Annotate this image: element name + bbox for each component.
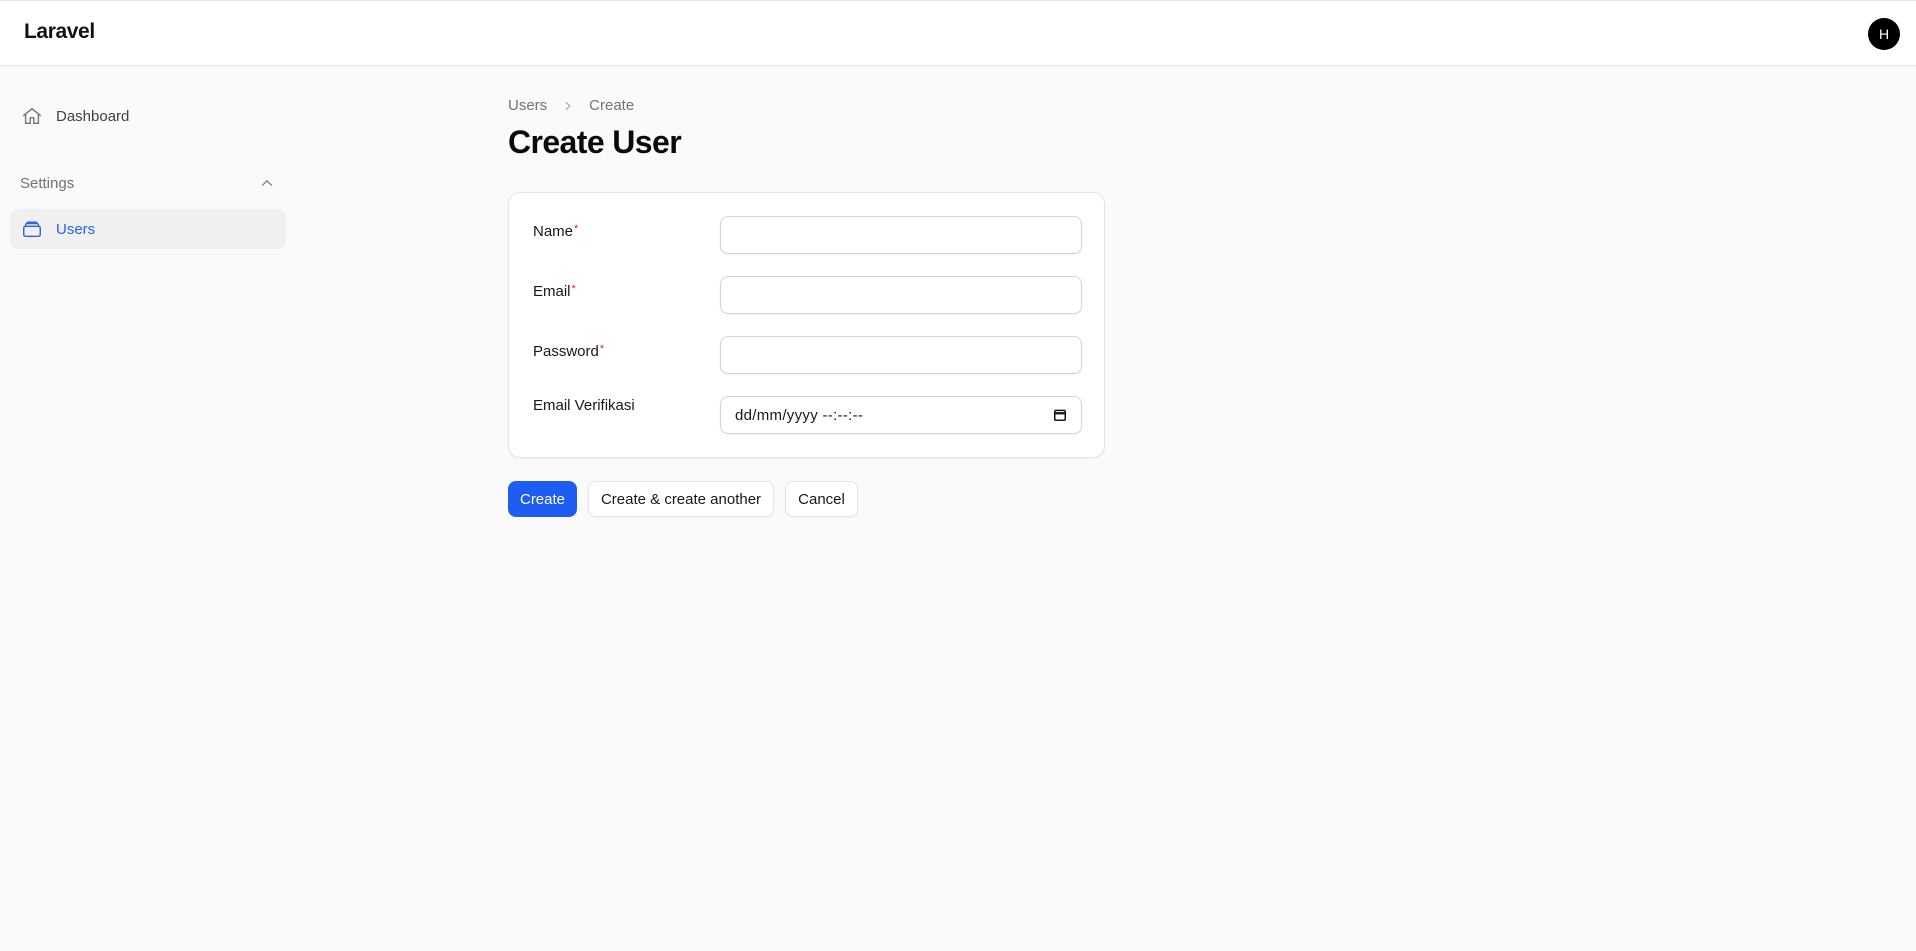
- calendar-icon[interactable]: [1053, 408, 1067, 422]
- password-label: Password*: [533, 343, 605, 360]
- sidebar-group-settings-label[interactable]: Settings: [20, 175, 74, 192]
- breadcrumb-item-create: Create: [589, 97, 635, 114]
- sidebar: Dashboard Settings Users: [0, 66, 290, 951]
- page-title: Create User: [508, 124, 682, 160]
- create-button[interactable]: Create: [508, 481, 577, 517]
- email-verification-label: Email Verifikasi: [533, 397, 635, 414]
- chevron-up-icon[interactable]: [258, 174, 276, 192]
- name-label: Name*: [533, 223, 579, 240]
- required-mark: *: [571, 283, 576, 295]
- users-icon: [20, 217, 44, 241]
- sidebar-item-users[interactable]: Users: [10, 209, 286, 249]
- email-label: Email*: [533, 283, 576, 300]
- sidebar-item-label: Dashboard: [56, 107, 130, 125]
- form-actions: Create Create & create another Cancel: [508, 481, 869, 517]
- brand-logo[interactable]: Laravel: [24, 20, 95, 44]
- email-verification-datetime-input[interactable]: dd/mm/yyyy --:--:--: [720, 396, 1082, 434]
- password-input[interactable]: [720, 336, 1082, 374]
- breadcrumb: Users Create: [508, 97, 634, 114]
- email-input[interactable]: [720, 276, 1082, 314]
- name-input[interactable]: [720, 216, 1082, 254]
- sidebar-item-dashboard[interactable]: Dashboard: [10, 96, 286, 136]
- cancel-button[interactable]: Cancel: [785, 481, 858, 517]
- chevron-right-icon: [561, 99, 575, 113]
- user-avatar[interactable]: H: [1868, 18, 1900, 50]
- create-another-button[interactable]: Create & create another: [588, 481, 774, 517]
- sidebar-item-label: Users: [56, 220, 96, 238]
- home-icon: [20, 104, 44, 128]
- breadcrumb-item-users[interactable]: Users: [508, 97, 547, 114]
- required-mark: *: [599, 343, 605, 355]
- top-bar: Laravel H: [0, 0, 1916, 66]
- required-mark: *: [574, 223, 579, 235]
- datetime-placeholder: dd/mm/yyyy --:--:--: [735, 406, 864, 424]
- form-card: Name* Email* Password* Email Verifikasi …: [508, 192, 1105, 458]
